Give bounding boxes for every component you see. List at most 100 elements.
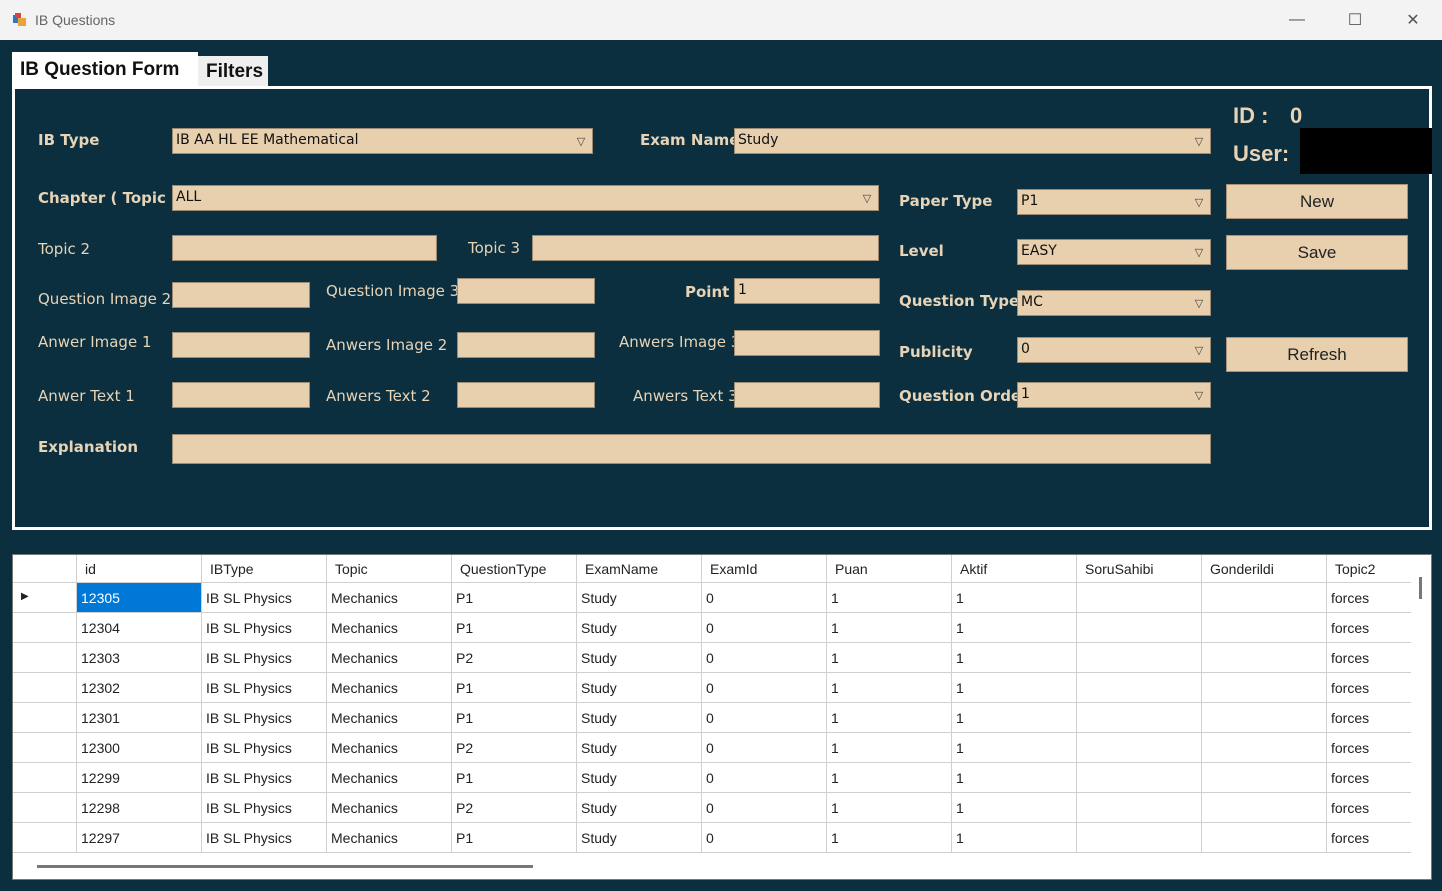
vertical-scroll-thumb[interactable] [1419, 577, 1422, 599]
maximize-button[interactable]: ☐ [1326, 0, 1384, 40]
table-cell[interactable]: 0 [702, 793, 827, 823]
chevron-down-icon[interactable]: ▽ [1188, 129, 1210, 153]
table-cell[interactable]: Study [577, 613, 702, 643]
table-cell[interactable]: 0 [702, 703, 827, 733]
row-header[interactable] [13, 763, 77, 793]
save-button[interactable]: Save [1226, 235, 1408, 270]
chevron-down-icon[interactable]: ▽ [856, 186, 878, 210]
table-cell[interactable]: Study [577, 793, 702, 823]
table-cell[interactable]: 1 [952, 703, 1077, 733]
table-cell[interactable]: Mechanics [327, 643, 452, 673]
column-header-topic[interactable]: Topic [327, 555, 452, 583]
table-cell[interactable] [1077, 763, 1202, 793]
table-cell[interactable]: 1 [827, 763, 952, 793]
table-cell[interactable]: P1 [452, 583, 577, 613]
table-cell[interactable]: 12305 [77, 583, 202, 613]
table-cell[interactable] [1202, 793, 1327, 823]
table-cell[interactable]: Mechanics [327, 613, 452, 643]
table-cell[interactable]: IB SL Physics [202, 583, 327, 613]
chevron-down-icon[interactable]: ▽ [1188, 291, 1210, 315]
row-header[interactable] [13, 793, 77, 823]
table-cell[interactable]: 0 [702, 613, 827, 643]
horizontal-scrollbar[interactable] [13, 855, 1431, 879]
table-cell[interactable] [1077, 613, 1202, 643]
table-cell[interactable] [1077, 793, 1202, 823]
table-cell[interactable]: 1 [827, 583, 952, 613]
row-header[interactable] [13, 823, 77, 853]
column-header-ibtype[interactable]: IBType [202, 555, 327, 583]
question-order-combo[interactable]: 1 ▽ [1017, 382, 1211, 408]
column-header-id[interactable]: id [77, 555, 202, 583]
row-header[interactable] [13, 643, 77, 673]
answer-text3-input[interactable] [734, 382, 880, 408]
table-cell[interactable]: Mechanics [327, 583, 452, 613]
question-image3-input[interactable] [457, 278, 595, 304]
refresh-button[interactable]: Refresh [1226, 337, 1408, 372]
table-cell[interactable]: IB SL Physics [202, 643, 327, 673]
table-cell[interactable]: IB SL Physics [202, 673, 327, 703]
row-header[interactable]: ▶ [13, 583, 77, 613]
table-cell[interactable]: 0 [702, 673, 827, 703]
table-cell[interactable]: Study [577, 583, 702, 613]
table-cell[interactable]: 1 [827, 643, 952, 673]
table-cell[interactable]: P2 [452, 793, 577, 823]
table-cell[interactable]: 1 [952, 763, 1077, 793]
table-cell[interactable] [1202, 733, 1327, 763]
table-cell[interactable]: P1 [452, 613, 577, 643]
tab-filters[interactable]: Filters [198, 56, 268, 88]
table-cell[interactable]: P1 [452, 823, 577, 853]
table-cell[interactable] [1077, 673, 1202, 703]
publicity-combo[interactable]: 0 ▽ [1017, 337, 1211, 363]
close-button[interactable]: ✕ [1384, 0, 1442, 40]
table-cell[interactable]: Mechanics [327, 823, 452, 853]
table-cell[interactable]: Study [577, 703, 702, 733]
table-cell[interactable]: Mechanics [327, 763, 452, 793]
topic2-input[interactable] [172, 235, 437, 261]
row-header[interactable] [13, 673, 77, 703]
table-cell[interactable]: 0 [702, 823, 827, 853]
answer-text2-input[interactable] [457, 382, 595, 408]
table-cell[interactable] [1202, 613, 1327, 643]
table-cell[interactable]: 1 [827, 703, 952, 733]
questions-grid[interactable]: id IBType Topic QuestionType ExamName ExamId P… [12, 554, 1432, 880]
row-header[interactable] [13, 613, 77, 643]
table-cell[interactable]: P1 [452, 703, 577, 733]
chevron-down-icon[interactable]: ▽ [1188, 190, 1210, 214]
table-cell[interactable]: IB SL Physics [202, 733, 327, 763]
table-cell[interactable]: P2 [452, 733, 577, 763]
table-cell[interactable]: 12300 [77, 733, 202, 763]
table-cell[interactable]: 12302 [77, 673, 202, 703]
table-cell[interactable]: P1 [452, 763, 577, 793]
table-cell[interactable] [1202, 583, 1327, 613]
answer-text1-input[interactable] [172, 382, 310, 408]
exam-name-combo[interactable]: Study ▽ [734, 128, 1211, 154]
topic3-input[interactable] [532, 235, 879, 261]
table-cell[interactable] [1202, 823, 1327, 853]
table-cell[interactable] [1202, 673, 1327, 703]
table-cell[interactable]: 0 [702, 733, 827, 763]
table-cell[interactable]: IB SL Physics [202, 763, 327, 793]
table-cell[interactable]: 1 [952, 823, 1077, 853]
table-cell[interactable]: 12304 [77, 613, 202, 643]
table-cell[interactable]: Mechanics [327, 673, 452, 703]
column-header-puan[interactable]: Puan [827, 555, 952, 583]
table-cell[interactable]: P2 [452, 643, 577, 673]
explanation-input[interactable] [172, 434, 1211, 464]
ib-type-combo[interactable]: IB AA HL EE Mathematical ▽ [172, 128, 593, 154]
chevron-down-icon[interactable]: ▽ [570, 129, 592, 153]
column-header-aktif[interactable]: Aktif [952, 555, 1077, 583]
vertical-scrollbar[interactable] [1411, 555, 1431, 855]
table-cell[interactable]: IB SL Physics [202, 823, 327, 853]
chevron-down-icon[interactable]: ▽ [1188, 338, 1210, 362]
tab-ib-question-form[interactable]: IB Question Form [12, 52, 198, 88]
table-cell[interactable] [1077, 733, 1202, 763]
answer-image3-input[interactable] [734, 330, 880, 356]
row-header[interactable] [13, 703, 77, 733]
level-combo[interactable]: EASY ▽ [1017, 239, 1211, 265]
table-cell[interactable]: IB SL Physics [202, 703, 327, 733]
chevron-down-icon[interactable]: ▽ [1188, 240, 1210, 264]
table-cell[interactable]: 0 [702, 763, 827, 793]
table-cell[interactable]: 1 [952, 583, 1077, 613]
question-type-combo[interactable]: MC ▽ [1017, 290, 1211, 316]
table-cell[interactable]: 1 [827, 733, 952, 763]
